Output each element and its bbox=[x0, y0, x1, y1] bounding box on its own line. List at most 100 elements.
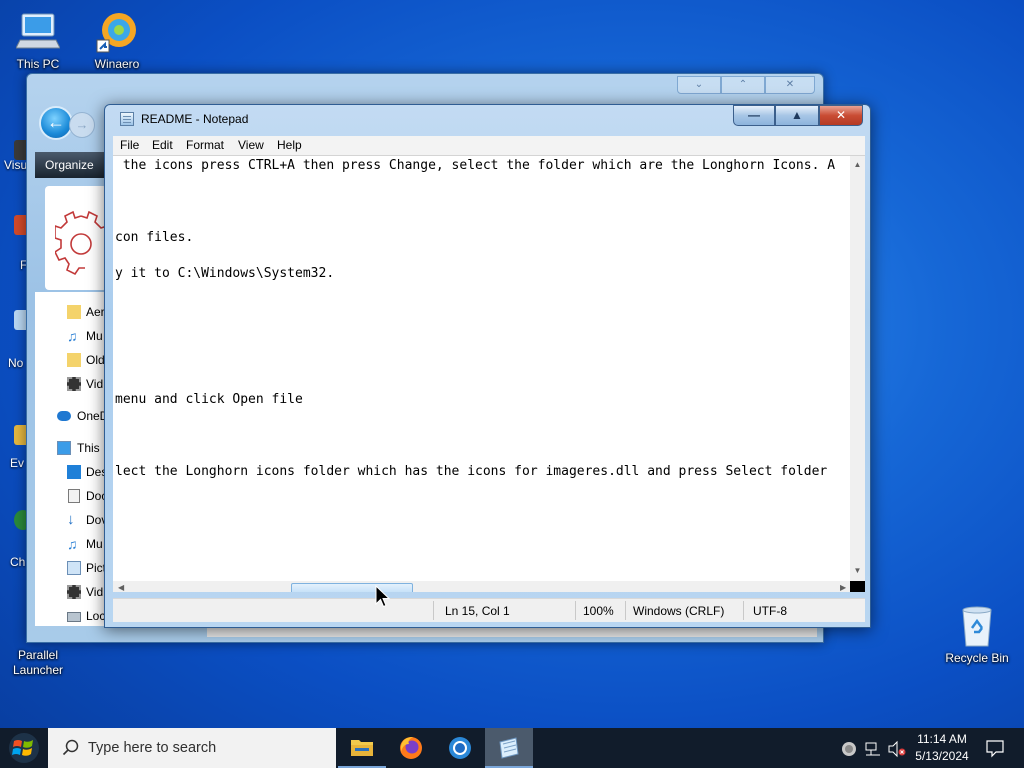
desktop-icon-label: Ev bbox=[10, 456, 25, 470]
recycle-bin-icon bbox=[955, 602, 999, 648]
nav-item-folder[interactable]: Aer bbox=[35, 302, 111, 322]
status-divider bbox=[743, 601, 744, 620]
scroll-left-arrow-icon[interactable]: ◀ bbox=[118, 583, 124, 592]
desktop-icon-label: Recycle Bin bbox=[945, 651, 1009, 665]
nav-item-onedrive[interactable]: OneD bbox=[35, 406, 111, 426]
text-line: menu and click Open file bbox=[115, 392, 303, 407]
horizontal-scroll-thumb[interactable] bbox=[291, 583, 413, 592]
taskbar-chrome[interactable] bbox=[436, 728, 484, 768]
window-controls: — ▲ ✕ bbox=[733, 105, 863, 126]
maximize-button[interactable]: ⌃ bbox=[721, 76, 765, 94]
desktop-icon-this-pc[interactable]: This PC bbox=[0, 10, 76, 72]
text-line: con files. bbox=[115, 230, 194, 245]
nav-item-pictures[interactable]: Pict bbox=[35, 558, 111, 578]
network-icon[interactable] bbox=[864, 740, 882, 758]
desktop-icon-recycle-bin[interactable]: Recycle Bin bbox=[937, 602, 1017, 666]
firefox-icon bbox=[400, 737, 422, 759]
menu-view[interactable]: View bbox=[238, 138, 264, 152]
explorer-preview-panel bbox=[45, 186, 107, 290]
notification-center-icon[interactable] bbox=[985, 738, 1005, 758]
document-icon bbox=[68, 489, 80, 503]
nav-item-folder[interactable]: Old bbox=[35, 350, 111, 370]
nav-item-music[interactable]: ♫ Mu bbox=[35, 326, 111, 346]
nav-item-videos[interactable]: Vid bbox=[35, 374, 111, 394]
nav-item-videos[interactable]: Vid bbox=[35, 582, 111, 602]
status-cursor-position: Ln 15, Col 1 bbox=[445, 604, 510, 618]
text-line: the icons press CTRL+A then press Change… bbox=[115, 158, 836, 173]
mouse-pointer-icon bbox=[375, 585, 391, 608]
maximize-button[interactable]: ▲ bbox=[775, 105, 819, 126]
close-button[interactable]: ✕ bbox=[819, 105, 863, 126]
start-button[interactable] bbox=[0, 728, 48, 768]
desktop-icon-winaero[interactable]: Winaero bbox=[79, 10, 155, 72]
scroll-right-arrow-icon[interactable]: ▶ bbox=[840, 583, 846, 592]
drive-icon bbox=[67, 612, 81, 622]
notepad-icon bbox=[120, 112, 134, 126]
horizontal-scrollbar[interactable]: ◀ ▶ bbox=[113, 581, 850, 592]
taskbar-search-box[interactable]: Type here to search bbox=[48, 728, 336, 768]
desktop-icon-label: Winaero bbox=[94, 57, 140, 71]
minimize-button[interactable]: — bbox=[733, 105, 775, 126]
folder-icon bbox=[67, 305, 81, 319]
scroll-down-arrow-icon[interactable]: ▼ bbox=[850, 566, 865, 575]
status-encoding: UTF-8 bbox=[753, 604, 787, 618]
film-icon bbox=[67, 585, 81, 599]
nav-item-local-disk[interactable]: Loc bbox=[35, 606, 111, 626]
desktop-icon bbox=[67, 465, 81, 479]
computer-icon bbox=[15, 10, 61, 54]
nav-item-music[interactable]: ♫ Mu bbox=[35, 534, 111, 554]
desktop-icon-label: Ch bbox=[10, 555, 26, 569]
nav-item-downloads[interactable]: ↓ Dov bbox=[35, 510, 111, 530]
download-arrow-icon: ↓ bbox=[67, 511, 75, 528]
clock-time: 11:14 AM bbox=[917, 732, 967, 746]
window-title: README - Notepad bbox=[141, 112, 249, 126]
menu-file[interactable]: File bbox=[120, 138, 139, 152]
status-divider bbox=[575, 601, 576, 620]
volume-muted-icon[interactable] bbox=[887, 740, 907, 758]
close-button[interactable]: ✕ bbox=[765, 76, 815, 94]
text-line: y it to C:\Windows\System32. bbox=[115, 266, 335, 281]
desktop-icon-label: No bbox=[8, 356, 24, 370]
taskbar: Type here to search 11:14 AM 5/13/2024 bbox=[0, 728, 1024, 768]
cloud-icon bbox=[57, 411, 71, 421]
organize-button[interactable]: Organize bbox=[35, 158, 94, 172]
notepad-window[interactable]: README - Notepad — ▲ ✕ File Edit Format … bbox=[104, 104, 871, 628]
folder-icon bbox=[67, 353, 81, 367]
nav-item-this-pc[interactable]: This I bbox=[35, 438, 111, 458]
gear-icon bbox=[55, 210, 107, 276]
music-note-icon: ♫ bbox=[67, 328, 78, 344]
taskbar-clock[interactable]: 11:14 AM 5/13/2024 bbox=[906, 731, 978, 765]
back-arrow-icon[interactable]: ← bbox=[39, 106, 73, 140]
nav-item-documents[interactable]: Doc bbox=[35, 486, 111, 506]
windows-logo-icon bbox=[9, 733, 39, 763]
meet-now-icon[interactable] bbox=[840, 740, 858, 758]
taskbar-notepad[interactable] bbox=[485, 728, 533, 768]
forward-arrow-icon[interactable]: → bbox=[69, 112, 95, 138]
status-bar: Ln 15, Col 1 100% Windows (CRLF) UTF-8 bbox=[113, 598, 865, 622]
winaero-icon bbox=[95, 10, 139, 54]
menu-edit[interactable]: Edit bbox=[152, 138, 173, 152]
text-editor-area[interactable]: the icons press CTRL+A then press Change… bbox=[113, 155, 865, 592]
status-divider bbox=[433, 601, 434, 620]
status-zoom: 100% bbox=[583, 604, 614, 618]
notepad-titlebar[interactable]: README - Notepad — ▲ ✕ bbox=[105, 105, 870, 133]
taskbar-file-explorer[interactable] bbox=[338, 728, 386, 768]
minimize-button[interactable]: ⌄ bbox=[677, 76, 721, 94]
menu-bar: File Edit Format View Help bbox=[113, 136, 865, 155]
vertical-scrollbar[interactable]: ▲ ▼ bbox=[850, 156, 865, 581]
desktop-icon-label: Parallel Launcher bbox=[12, 648, 64, 677]
clock-date: 5/13/2024 bbox=[915, 749, 969, 763]
taskbar-firefox[interactable] bbox=[387, 728, 435, 768]
computer-icon bbox=[57, 441, 71, 455]
film-icon bbox=[67, 377, 81, 391]
scrollbar-corner bbox=[850, 581, 865, 592]
chrome-icon bbox=[449, 737, 471, 759]
status-line-ending: Windows (CRLF) bbox=[633, 604, 725, 618]
menu-help[interactable]: Help bbox=[277, 138, 302, 152]
menu-format[interactable]: Format bbox=[186, 138, 224, 152]
explorer-nav-buttons: ← → bbox=[39, 102, 99, 142]
search-icon bbox=[62, 739, 79, 756]
nav-item-desktop[interactable]: Des bbox=[35, 462, 111, 482]
picture-icon bbox=[67, 561, 81, 575]
scroll-up-arrow-icon[interactable]: ▲ bbox=[850, 160, 865, 169]
